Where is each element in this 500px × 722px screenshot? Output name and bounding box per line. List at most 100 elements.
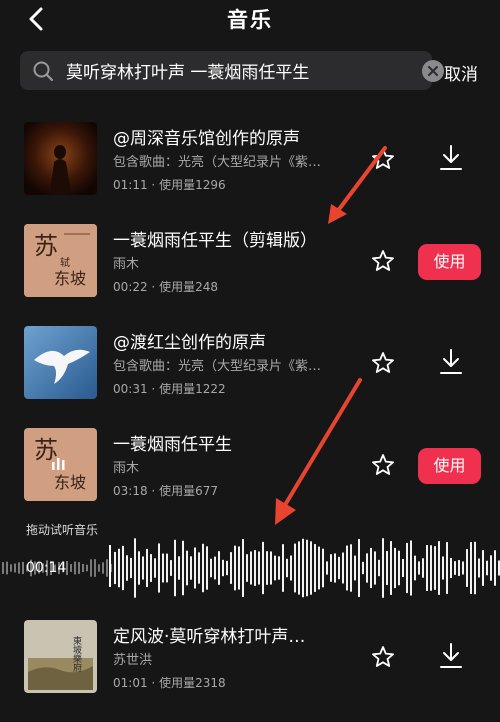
- waveform-bar: [402, 558, 404, 578]
- waveform-bar: [490, 555, 492, 581]
- track-duration: 01:11: [113, 178, 148, 192]
- waveform-bar: [286, 558, 288, 578]
- track-duration: 00:31: [113, 382, 148, 396]
- waveform-bar: [158, 543, 160, 593]
- waveform-bar: [250, 551, 252, 585]
- waveform-bar: [150, 554, 152, 582]
- track-usage: 使用量1222: [159, 382, 226, 396]
- track-usage: 使用量677: [159, 484, 218, 498]
- svg-text:苏: 苏: [34, 232, 58, 260]
- meta-separator: ·: [151, 280, 156, 294]
- waveform-bar: [382, 538, 384, 598]
- waveform-bar: [302, 538, 304, 598]
- download-icon[interactable]: [438, 642, 464, 670]
- track-title: 定风波·莫听穿林打叶声…: [113, 627, 306, 647]
- use-button[interactable]: 使用: [418, 448, 481, 484]
- waveform-bar: [118, 548, 120, 588]
- waveform-bar: [454, 561, 456, 575]
- waveform-bar: [430, 545, 432, 591]
- download-icon[interactable]: [438, 144, 464, 172]
- waveform-bar: [314, 544, 316, 592]
- waveform-bar: [494, 550, 496, 586]
- download-icon[interactable]: [438, 348, 464, 376]
- list-item[interactable]: @渡红尘创作的原声 包含歌曲：光亮（大型纪录片《紫… 00:31 · 使用量12…: [0, 326, 500, 416]
- waveform-bar: [166, 553, 168, 583]
- waveform-bar: [222, 559, 224, 577]
- waveform-bar: [458, 560, 460, 576]
- cover-image: 苏 轼 东坡: [24, 224, 97, 297]
- waveform-bar: [78, 562, 80, 574]
- waveform-bar: [74, 561, 76, 575]
- track-meta: 01:11 · 使用量1296: [113, 176, 226, 193]
- playhead-handle[interactable]: [109, 545, 111, 587]
- waveform-bar: [2, 562, 4, 574]
- waveform-bar: [186, 550, 188, 586]
- waveform-bar: [246, 554, 248, 582]
- list-item[interactable]: 東坡樂府 定风波·莫听穿林打叶声… 苏世洪 01:01 · 使用量2318: [0, 620, 500, 710]
- list-item[interactable]: @周深音乐馆创作的原声 包含歌曲：光亮（大型纪录片《紫… 01:11 · 使用量…: [0, 122, 500, 212]
- waveform-bar: [154, 558, 156, 578]
- waveform-bar: [462, 561, 464, 575]
- waveform-bar: [10, 564, 12, 572]
- waveform-bar: [126, 555, 128, 581]
- list-item[interactable]: 苏 东坡 一蓑烟雨任平生 雨木 03:18 · 使用量677 使用: [0, 428, 500, 518]
- waveform-bar: [294, 543, 296, 593]
- waveform-bar: [102, 562, 104, 574]
- waveform-bar: [214, 556, 216, 580]
- waveform-bar: [374, 551, 376, 585]
- waveform-bar: [334, 553, 336, 583]
- svg-text:东坡: 东坡: [54, 269, 86, 288]
- waveform-bar: [322, 548, 324, 588]
- favorite-star-icon[interactable]: [371, 351, 395, 375]
- use-button[interactable]: 使用: [418, 244, 481, 280]
- waveform-bar: [418, 561, 420, 575]
- cover-image: 苏 东坡: [24, 428, 97, 501]
- waveform-bar: [278, 556, 280, 580]
- waveform-bar: [174, 539, 176, 597]
- waveform-bar: [182, 540, 184, 596]
- waveform-bar: [14, 563, 16, 573]
- header: 音乐: [0, 0, 500, 36]
- waveform-bar: [370, 547, 372, 589]
- preview-time: 00:14: [26, 560, 67, 576]
- meta-separator: ·: [151, 676, 156, 690]
- search-input[interactable]: [66, 51, 396, 90]
- waveform-bar: [98, 564, 100, 572]
- waveform-bar: [366, 553, 368, 583]
- list-item[interactable]: 苏 轼 东坡 一蓑烟雨任平生（剪辑版） 雨木 00:22 · 使用量248 使用: [0, 224, 500, 314]
- track-duration: 01:01: [113, 676, 148, 690]
- preview-label: 拖动试听音乐: [26, 523, 99, 537]
- waveform-bar: [190, 556, 192, 580]
- waveform-bar: [290, 555, 292, 581]
- waveform-bar: [22, 561, 24, 575]
- search-icon: [33, 61, 54, 82]
- svg-text:东坡: 东坡: [54, 473, 86, 492]
- waveform-bar: [210, 558, 212, 578]
- waveform-bar: [298, 541, 300, 595]
- favorite-star-icon[interactable]: [371, 645, 395, 669]
- waveform-bar: [390, 541, 392, 595]
- audio-waveform[interactable]: [0, 538, 500, 598]
- cancel-button[interactable]: 取消: [444, 60, 478, 85]
- waveform-bar: [162, 553, 164, 583]
- track-meta: 01:01 · 使用量2318: [113, 674, 226, 691]
- track-usage: 使用量248: [159, 280, 218, 294]
- waveform-bar: [270, 551, 272, 585]
- waveform-bar: [82, 563, 84, 573]
- waveform-bar: [354, 555, 356, 581]
- track-meta: 00:31 · 使用量1222: [113, 380, 226, 397]
- waveform-bar: [218, 551, 220, 585]
- svg-text:東坡樂府: 東坡樂府: [71, 635, 82, 673]
- meta-separator: ·: [151, 382, 156, 396]
- waveform-bar: [394, 547, 396, 589]
- favorite-star-icon[interactable]: [371, 453, 395, 477]
- waveform-bar: [206, 546, 208, 590]
- waveform-bar: [426, 545, 428, 591]
- favorite-star-icon[interactable]: [371, 249, 395, 273]
- waveform-bar: [326, 561, 328, 575]
- waveform-bar: [358, 539, 360, 597]
- clear-search-icon[interactable]: [422, 60, 444, 82]
- track-subtitle: 包含歌曲：光亮（大型纪录片《紫…: [113, 155, 322, 170]
- favorite-star-icon[interactable]: [371, 147, 395, 171]
- waveform-bar: [202, 543, 204, 593]
